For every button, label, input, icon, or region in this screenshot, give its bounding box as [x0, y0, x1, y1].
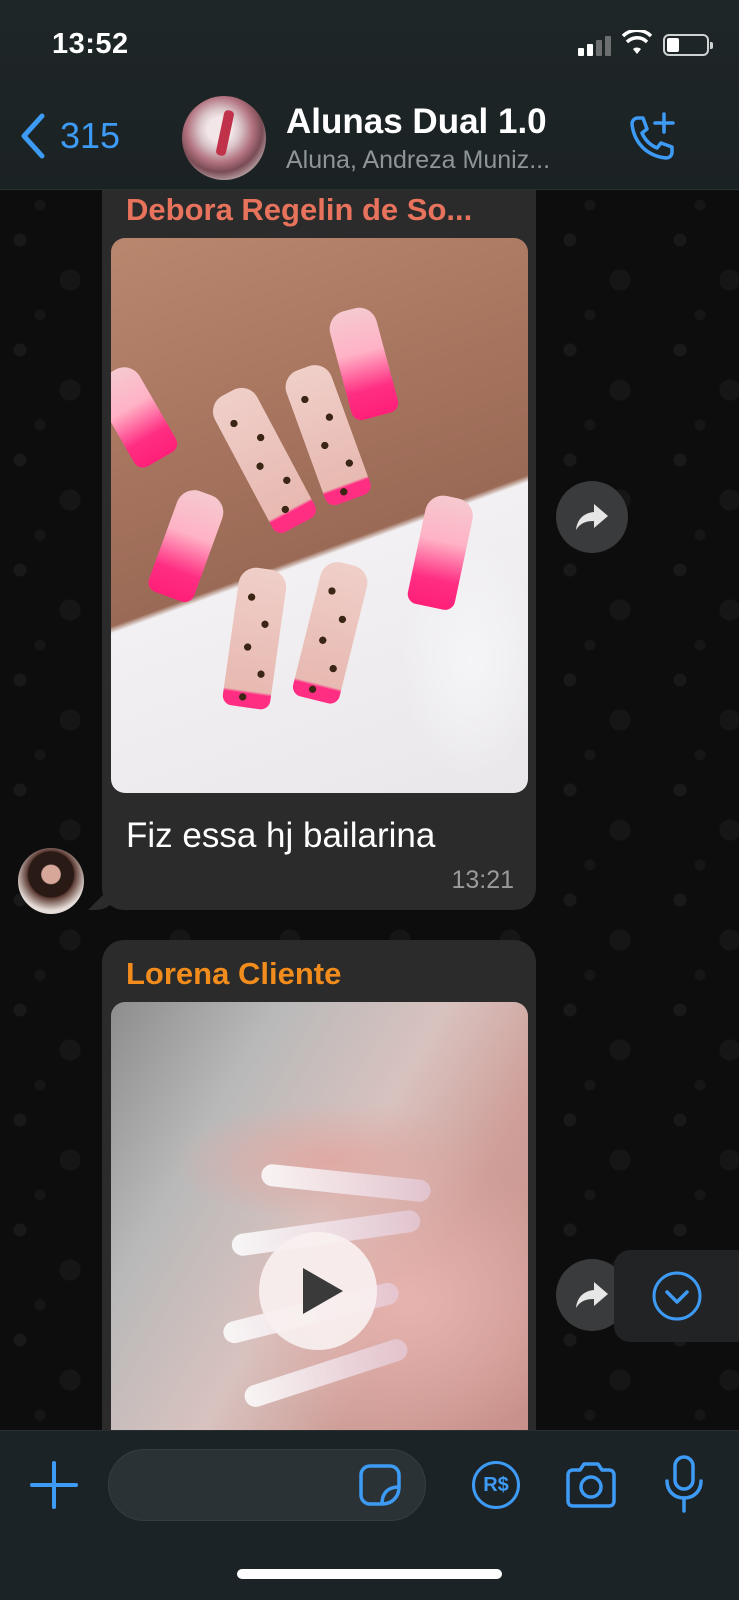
- message-bubble[interactable]: Lorena Cliente: [102, 940, 536, 1460]
- home-indicator: [237, 1569, 502, 1579]
- back-button[interactable]: 315: [18, 108, 120, 164]
- video-frame-detail: [260, 1163, 432, 1203]
- wifi-icon: [622, 30, 652, 54]
- forward-icon: [576, 504, 608, 530]
- sticker-icon[interactable]: [358, 1463, 402, 1507]
- message-bubble[interactable]: Debora Regelin de So... Fiz essa hj bail…: [102, 150, 536, 910]
- sender-name[interactable]: Debora Regelin de So...: [126, 192, 472, 228]
- payment-icon[interactable]: R$: [472, 1461, 520, 1509]
- sender-name[interactable]: Lorena Cliente: [126, 956, 341, 992]
- group-name[interactable]: Alunas Dual 1.0: [286, 102, 547, 142]
- nail-image-detail: [405, 492, 477, 612]
- nail-image-detail: [145, 485, 229, 605]
- nail-image-detail: [290, 558, 372, 706]
- plus-icon[interactable]: [30, 1461, 78, 1509]
- chevron-left-icon: [21, 113, 45, 159]
- group-members-preview[interactable]: Aluna, Andreza Muniz...: [286, 146, 550, 175]
- camera-icon[interactable]: [564, 1461, 618, 1509]
- cellular-signal-icon: [578, 34, 614, 56]
- group-avatar[interactable]: [182, 96, 266, 180]
- status-time: 13:52: [52, 28, 129, 60]
- message-video[interactable]: [111, 1002, 528, 1452]
- chat-header: 13:52 315 Alunas Dual 1.0 Aluna, Andreza…: [0, 0, 739, 190]
- nail-image-detail: [221, 565, 289, 711]
- forward-button[interactable]: [556, 481, 628, 553]
- scroll-to-bottom-button[interactable]: [614, 1250, 739, 1342]
- play-button[interactable]: [259, 1232, 377, 1350]
- message-composer: R$: [0, 1430, 739, 1600]
- sender-avatar[interactable]: [18, 848, 84, 914]
- message-caption: Fiz essa hj bailarina: [126, 816, 436, 855]
- unread-count: 315: [60, 115, 121, 156]
- chevron-down-circle-icon: [652, 1271, 701, 1321]
- message-time: 13:21: [451, 866, 514, 894]
- message-image[interactable]: [111, 238, 528, 793]
- nail-image-detail: [111, 360, 181, 472]
- battery-icon: [663, 34, 713, 56]
- add-call-icon[interactable]: [622, 110, 680, 168]
- forward-icon: [576, 1282, 608, 1308]
- microphone-icon[interactable]: [664, 1455, 704, 1513]
